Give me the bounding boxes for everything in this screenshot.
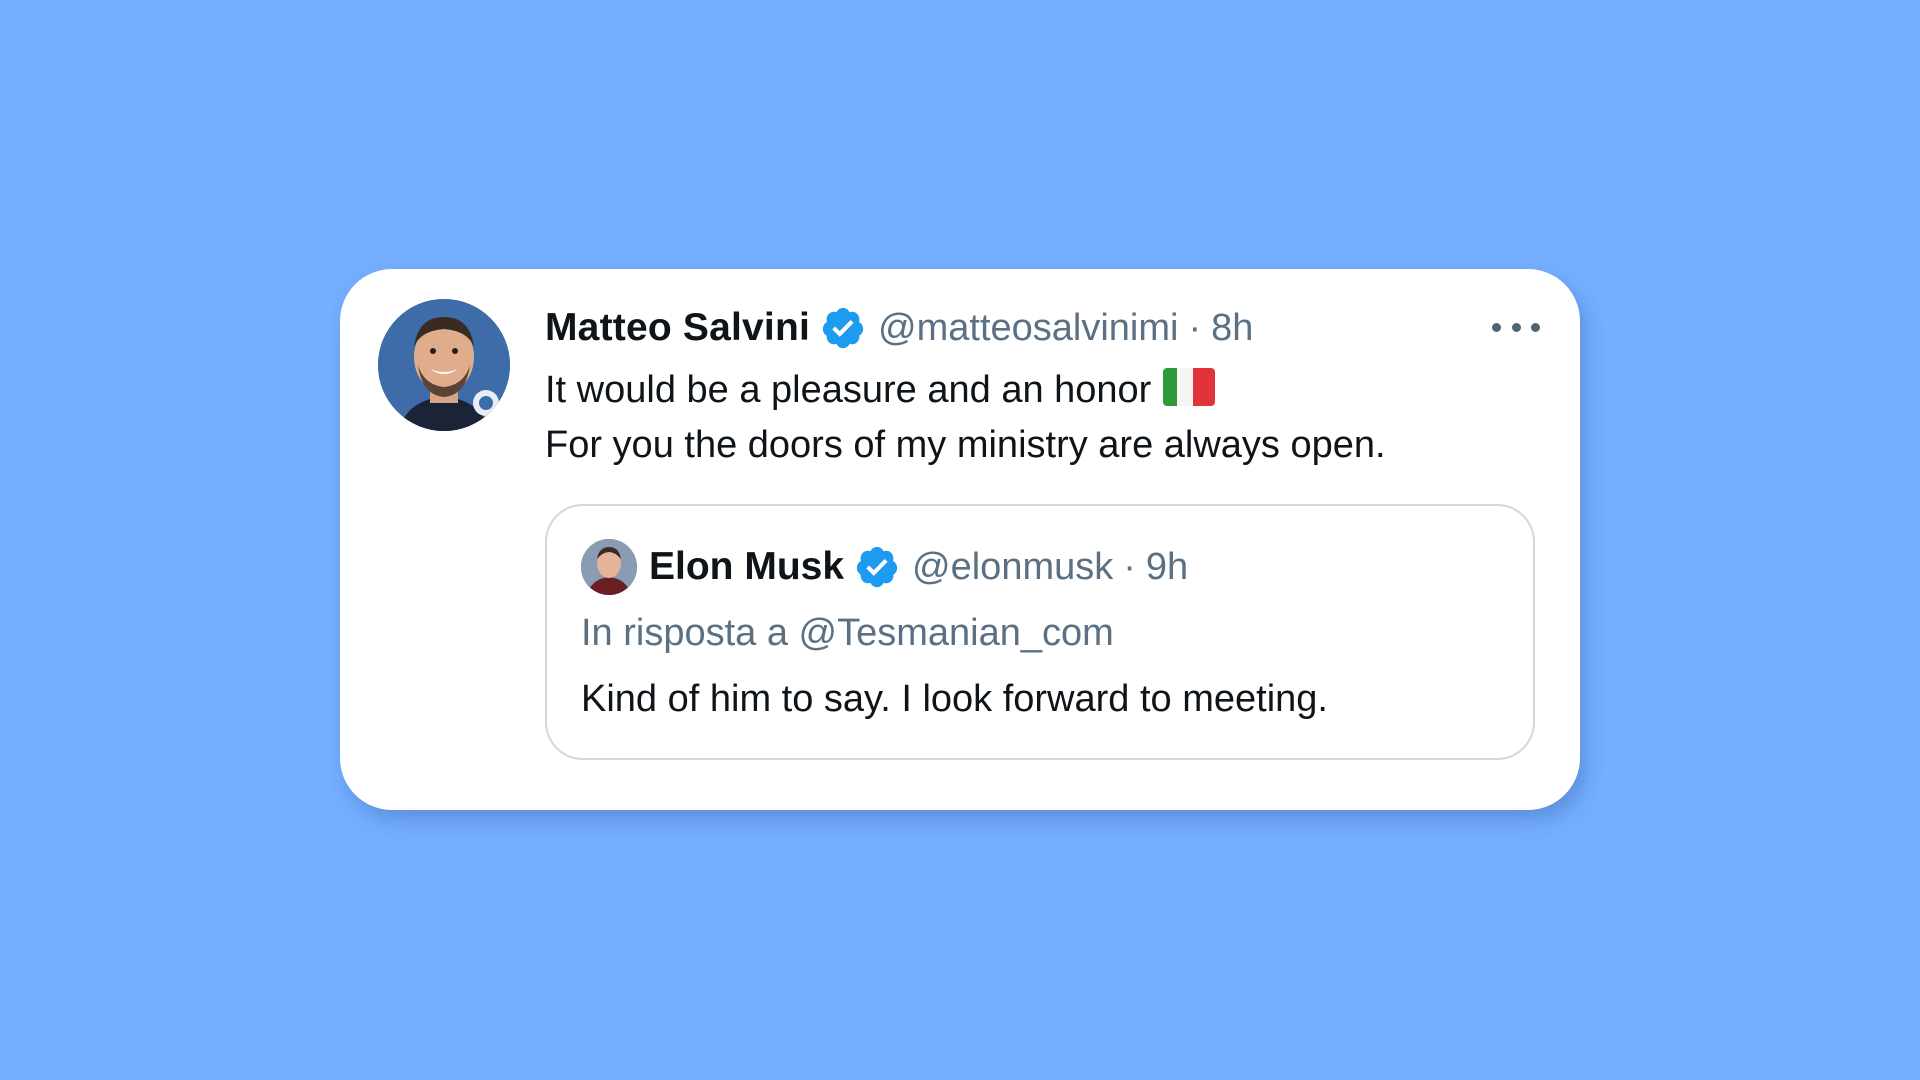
author-avatar[interactable]: [378, 299, 510, 431]
quoted-tweet-timestamp[interactable]: 9h: [1146, 546, 1188, 589]
quoted-tweet-text: Kind of him to say. I look forward to me…: [581, 678, 1328, 720]
tweet-card[interactable]: Matteo Salvini @matteosalvinimi · 8h It …: [340, 269, 1580, 810]
verified-badge-icon: [820, 305, 866, 351]
quoted-tweet-header: Elon Musk @elonmusk · 9h: [581, 538, 1188, 596]
verified-badge-icon: [854, 544, 900, 590]
author-name[interactable]: Matteo Salvini: [545, 306, 810, 350]
quoted-author-name[interactable]: Elon Musk: [649, 545, 844, 589]
tweet-text-line-1: It would be a pleasure and an honor: [545, 369, 1152, 411]
quoted-tweet[interactable]: Elon Musk @elonmusk · 9h In risposta a @…: [545, 504, 1535, 760]
quoted-author-handle[interactable]: @elonmusk: [912, 546, 1113, 589]
tweet-timestamp[interactable]: 8h: [1211, 307, 1253, 350]
reply-context[interactable]: In risposta a @Tesmanian_com: [581, 612, 1114, 655]
tweet-text: It would be a pleasure and an honor For …: [545, 363, 1540, 473]
separator-dot: ·: [1188, 306, 1202, 349]
author-handle[interactable]: @matteosalvinimi: [878, 307, 1178, 350]
separator-dot: ·: [1123, 545, 1136, 588]
tweet-text-line-2: For you the doors of my ministry are alw…: [545, 424, 1386, 466]
italy-flag-icon: [1163, 367, 1216, 406]
more-options-icon[interactable]: [1492, 307, 1540, 347]
tweet-header: Matteo Salvini @matteosalvinimi · 8h: [545, 303, 1540, 353]
quoted-author-avatar[interactable]: [581, 539, 637, 595]
